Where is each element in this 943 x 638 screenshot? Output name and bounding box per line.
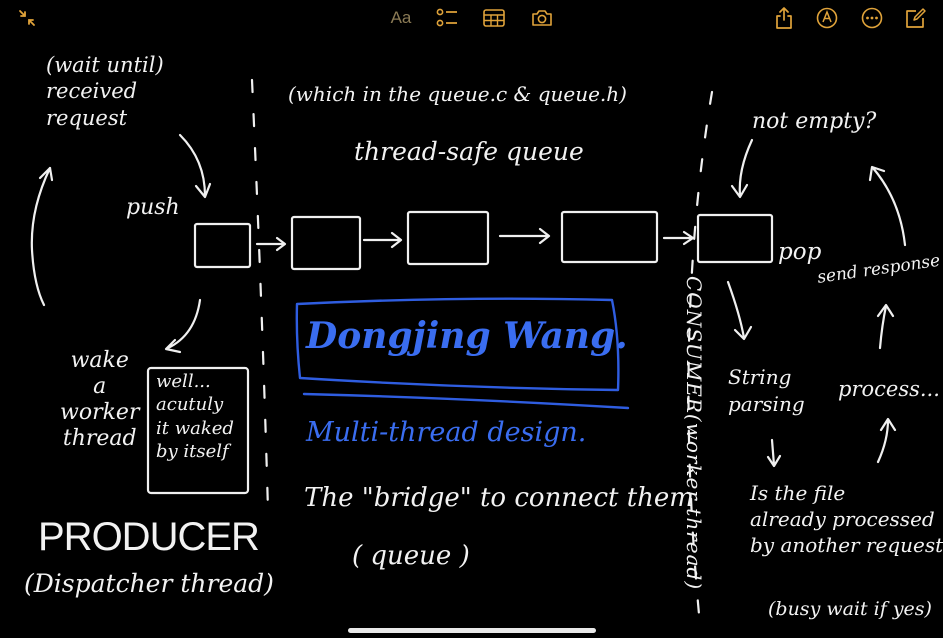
arrow-not-empty	[730, 138, 754, 199]
producer-title: PRODUCER	[38, 515, 260, 559]
producer-wait-text: (wait until) received request	[46, 53, 164, 130]
queue-arrow-3	[498, 227, 551, 245]
bracket-left	[30, 166, 52, 307]
queue-box-3	[406, 210, 490, 266]
is-file-text: Is the file already processed by another…	[750, 481, 943, 557]
string-parsing-text: String parsing	[728, 365, 805, 416]
multi-thread-text: Multi-thread design.	[306, 417, 587, 448]
home-indicator[interactable]	[348, 628, 596, 633]
queue-box-4	[560, 210, 659, 264]
arrow-to-not-empty	[868, 165, 907, 247]
wake-worker-text: wake a worker thread	[60, 348, 140, 451]
queue-arrow-1	[255, 236, 287, 252]
queue-arrow-2	[362, 231, 403, 249]
queue-box-1	[193, 222, 252, 269]
signature-underline	[302, 392, 630, 410]
queue-arrow-4	[662, 230, 695, 246]
busy-wait-text: (busy wait if yes)	[768, 598, 932, 620]
process-text: process...	[838, 377, 940, 401]
queue-files-text: (which in the queue.c & queue.h)	[288, 82, 627, 106]
arrow-to-process	[876, 417, 897, 464]
queue-title: thread-safe queue	[354, 137, 584, 166]
pop-label: pop	[778, 239, 822, 265]
arrow-to-parsing	[726, 280, 753, 341]
arrow-to-send	[876, 303, 895, 350]
not-empty-text: not empty?	[752, 109, 877, 134]
queue-paren-text: ( queue )	[352, 541, 470, 571]
producer-subtitle: (Dispatcher thread)	[24, 569, 274, 598]
push-label: push	[126, 195, 180, 220]
arrow-to-wake	[164, 298, 202, 354]
arrow-to-push	[178, 133, 212, 199]
queue-box-5	[696, 213, 774, 264]
consumer-label: CONSUMER(worker thread)	[682, 276, 706, 591]
well-note: well... acutuly it waked by itself	[156, 371, 234, 463]
arrow-to-isfile	[766, 438, 782, 468]
signature-text: Dongjing Wang.	[306, 315, 628, 357]
bridge-text: The "bridge" to connect them	[304, 483, 694, 513]
divider-left	[250, 78, 270, 512]
queue-box-2	[290, 215, 362, 271]
